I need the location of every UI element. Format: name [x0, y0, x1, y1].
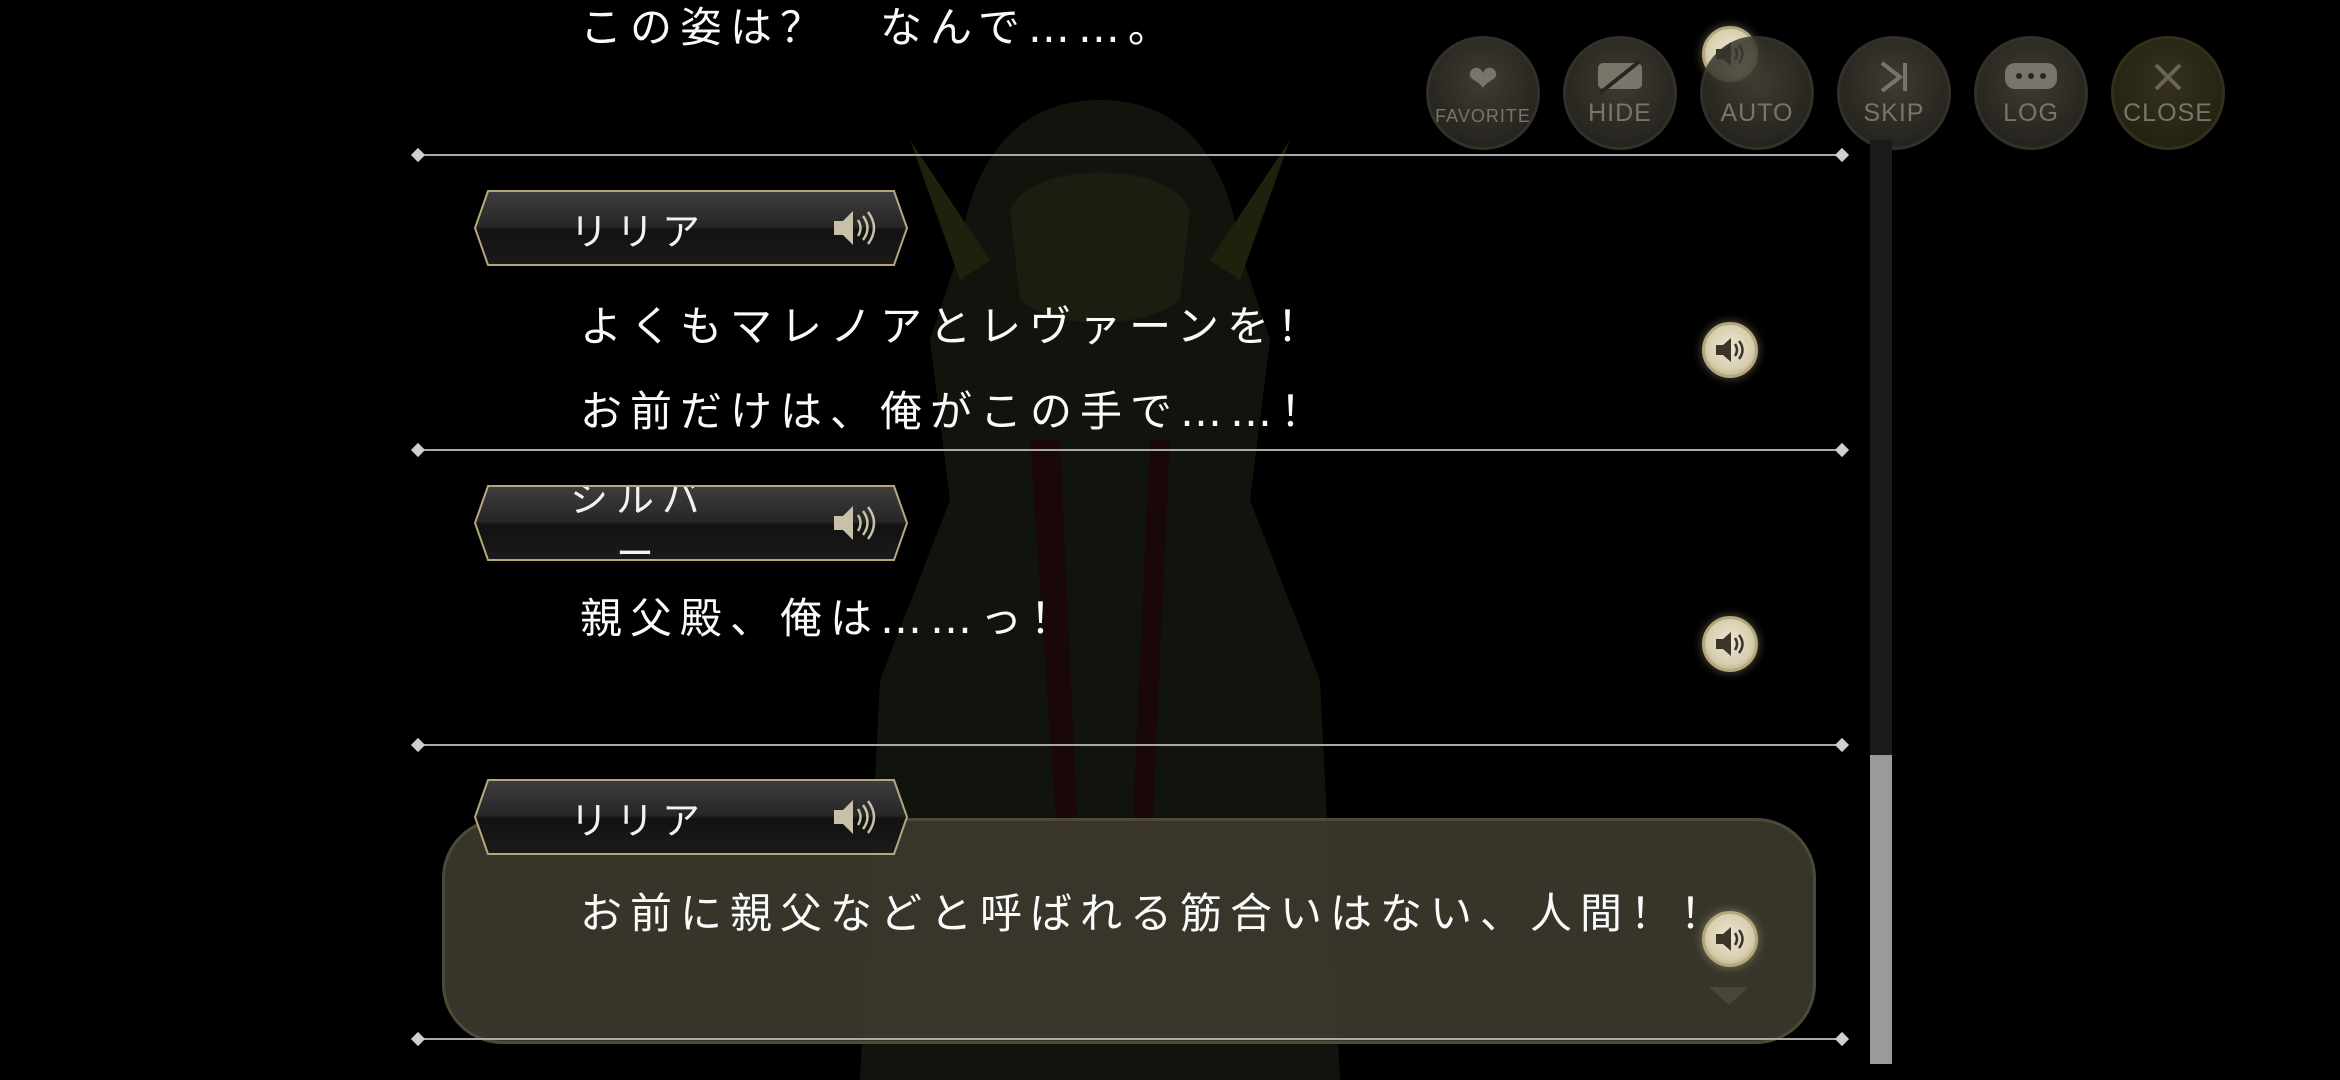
dialogue-line: よくもマレノアとレヴァーンを！: [580, 302, 1328, 351]
close-button[interactable]: CLOSE: [2111, 36, 2225, 150]
voice-replay-button[interactable]: [1702, 616, 1758, 672]
chat-bubble-icon: [2003, 59, 2059, 101]
log-label: LOG: [2003, 98, 2059, 127]
hide-icon: [1594, 58, 1646, 101]
hide-button[interactable]: HIDE: [1563, 36, 1677, 150]
auto-button[interactable]: AUTO: [1700, 36, 1814, 150]
favorite-label: FAVORITE: [1435, 105, 1531, 126]
voice-replay-button[interactable]: [1702, 911, 1758, 967]
log-scrollbar-thumb[interactable]: [1870, 755, 1892, 1064]
auto-icon: [1751, 59, 1762, 101]
speaker-name: リリア: [569, 209, 708, 254]
speaker-icon: [1716, 338, 1744, 362]
speaker-icon: [1716, 632, 1744, 656]
speaker-name: リリア: [569, 798, 708, 843]
speaker-icon: [832, 502, 876, 544]
entry-divider: [418, 744, 1842, 746]
speaker-nameplate[interactable]: リリア: [474, 190, 908, 266]
close-icon: [2150, 59, 2186, 101]
entry-divider: [418, 449, 1842, 451]
skip-label: SKIP: [1863, 98, 1925, 127]
speaker-icon: [832, 207, 876, 249]
heart-icon: ❤: [1467, 58, 1499, 100]
hide-label: HIDE: [1588, 98, 1652, 127]
skip-icon: [1874, 59, 1914, 101]
close-label: CLOSE: [2123, 98, 2213, 127]
dialogue-line: お前に親父などと呼ばれる筋合いはない、人間！！: [580, 889, 1731, 938]
dialogue-line: 親父殿、俺は……っ！: [580, 594, 1081, 643]
entry-divider: [418, 154, 1842, 156]
speaker-nameplate[interactable]: リリア: [474, 779, 908, 855]
speaker-nameplate[interactable]: シルバー: [474, 485, 908, 561]
favorite-button[interactable]: ❤ FAVORITE: [1426, 36, 1540, 150]
log-line-partial: この姿は？ なんで……。: [580, 3, 1178, 52]
speaker-icon: [832, 796, 876, 838]
log-button[interactable]: LOG: [1974, 36, 2088, 150]
top-menu: ❤ FAVORITE HIDE AUTO SKIP LOG CLOSE: [1426, 36, 2225, 150]
skip-button[interactable]: SKIP: [1837, 36, 1951, 150]
auto-label: AUTO: [1720, 98, 1794, 127]
dialogue-line: お前だけは、俺がこの手で……！: [580, 387, 1331, 436]
speaker-icon: [1716, 927, 1744, 951]
chevron-down-icon: [1709, 987, 1749, 1005]
entry-divider: [418, 1038, 1842, 1040]
speaker-name: シルバー: [569, 477, 708, 576]
voice-replay-button[interactable]: [1702, 322, 1758, 378]
